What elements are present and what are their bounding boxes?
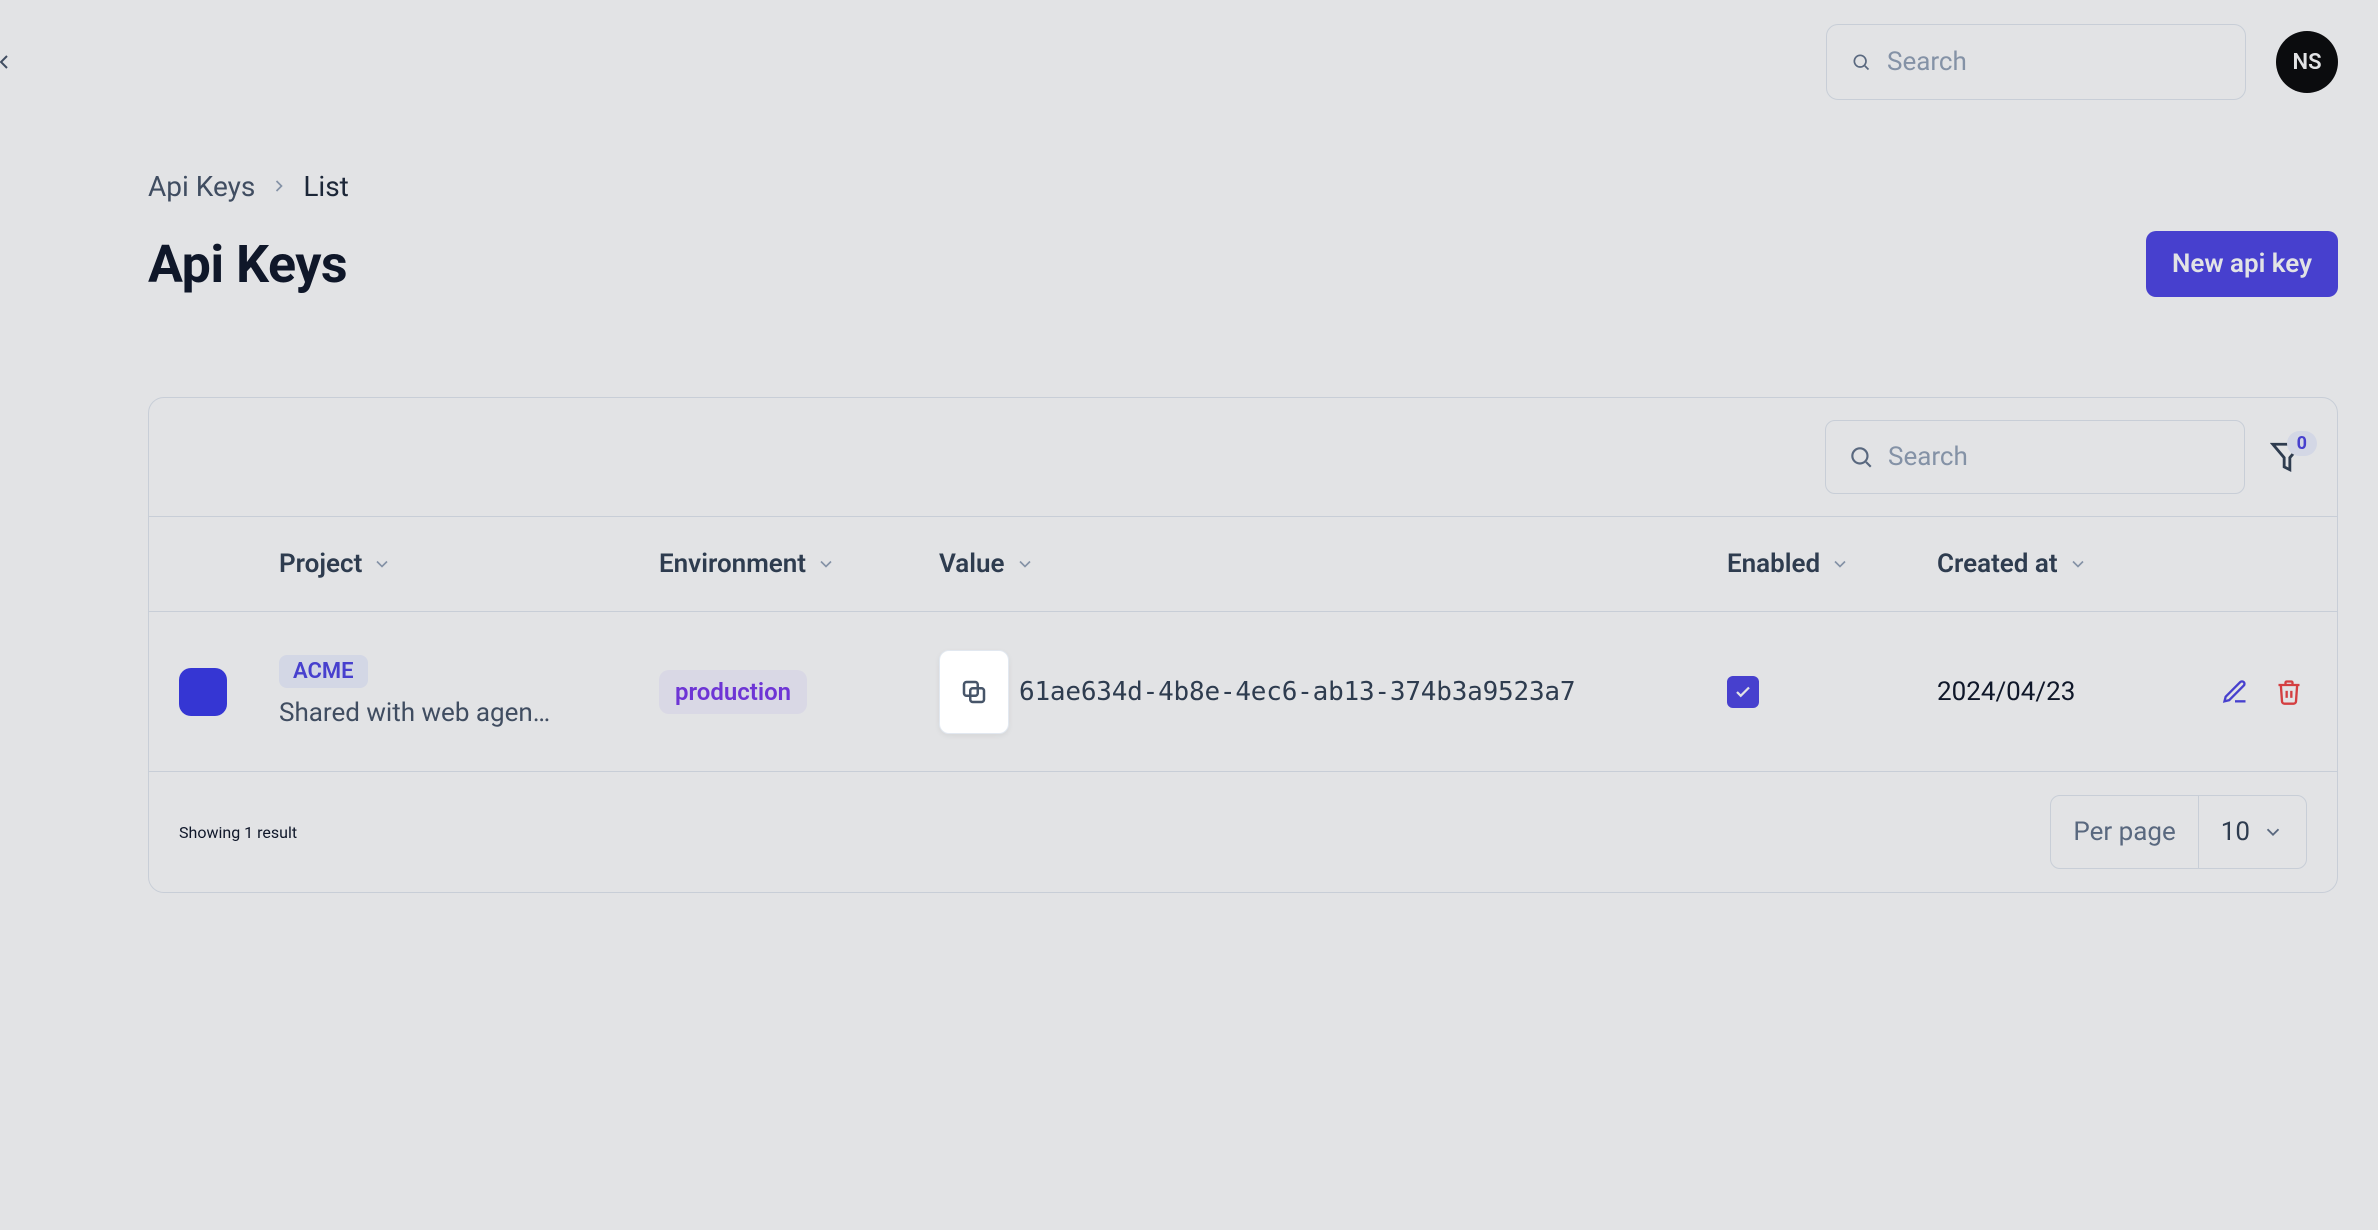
copy-key-button[interactable] bbox=[939, 650, 1009, 734]
copy-icon bbox=[959, 677, 989, 707]
modal-overlay bbox=[0, 0, 2378, 1230]
